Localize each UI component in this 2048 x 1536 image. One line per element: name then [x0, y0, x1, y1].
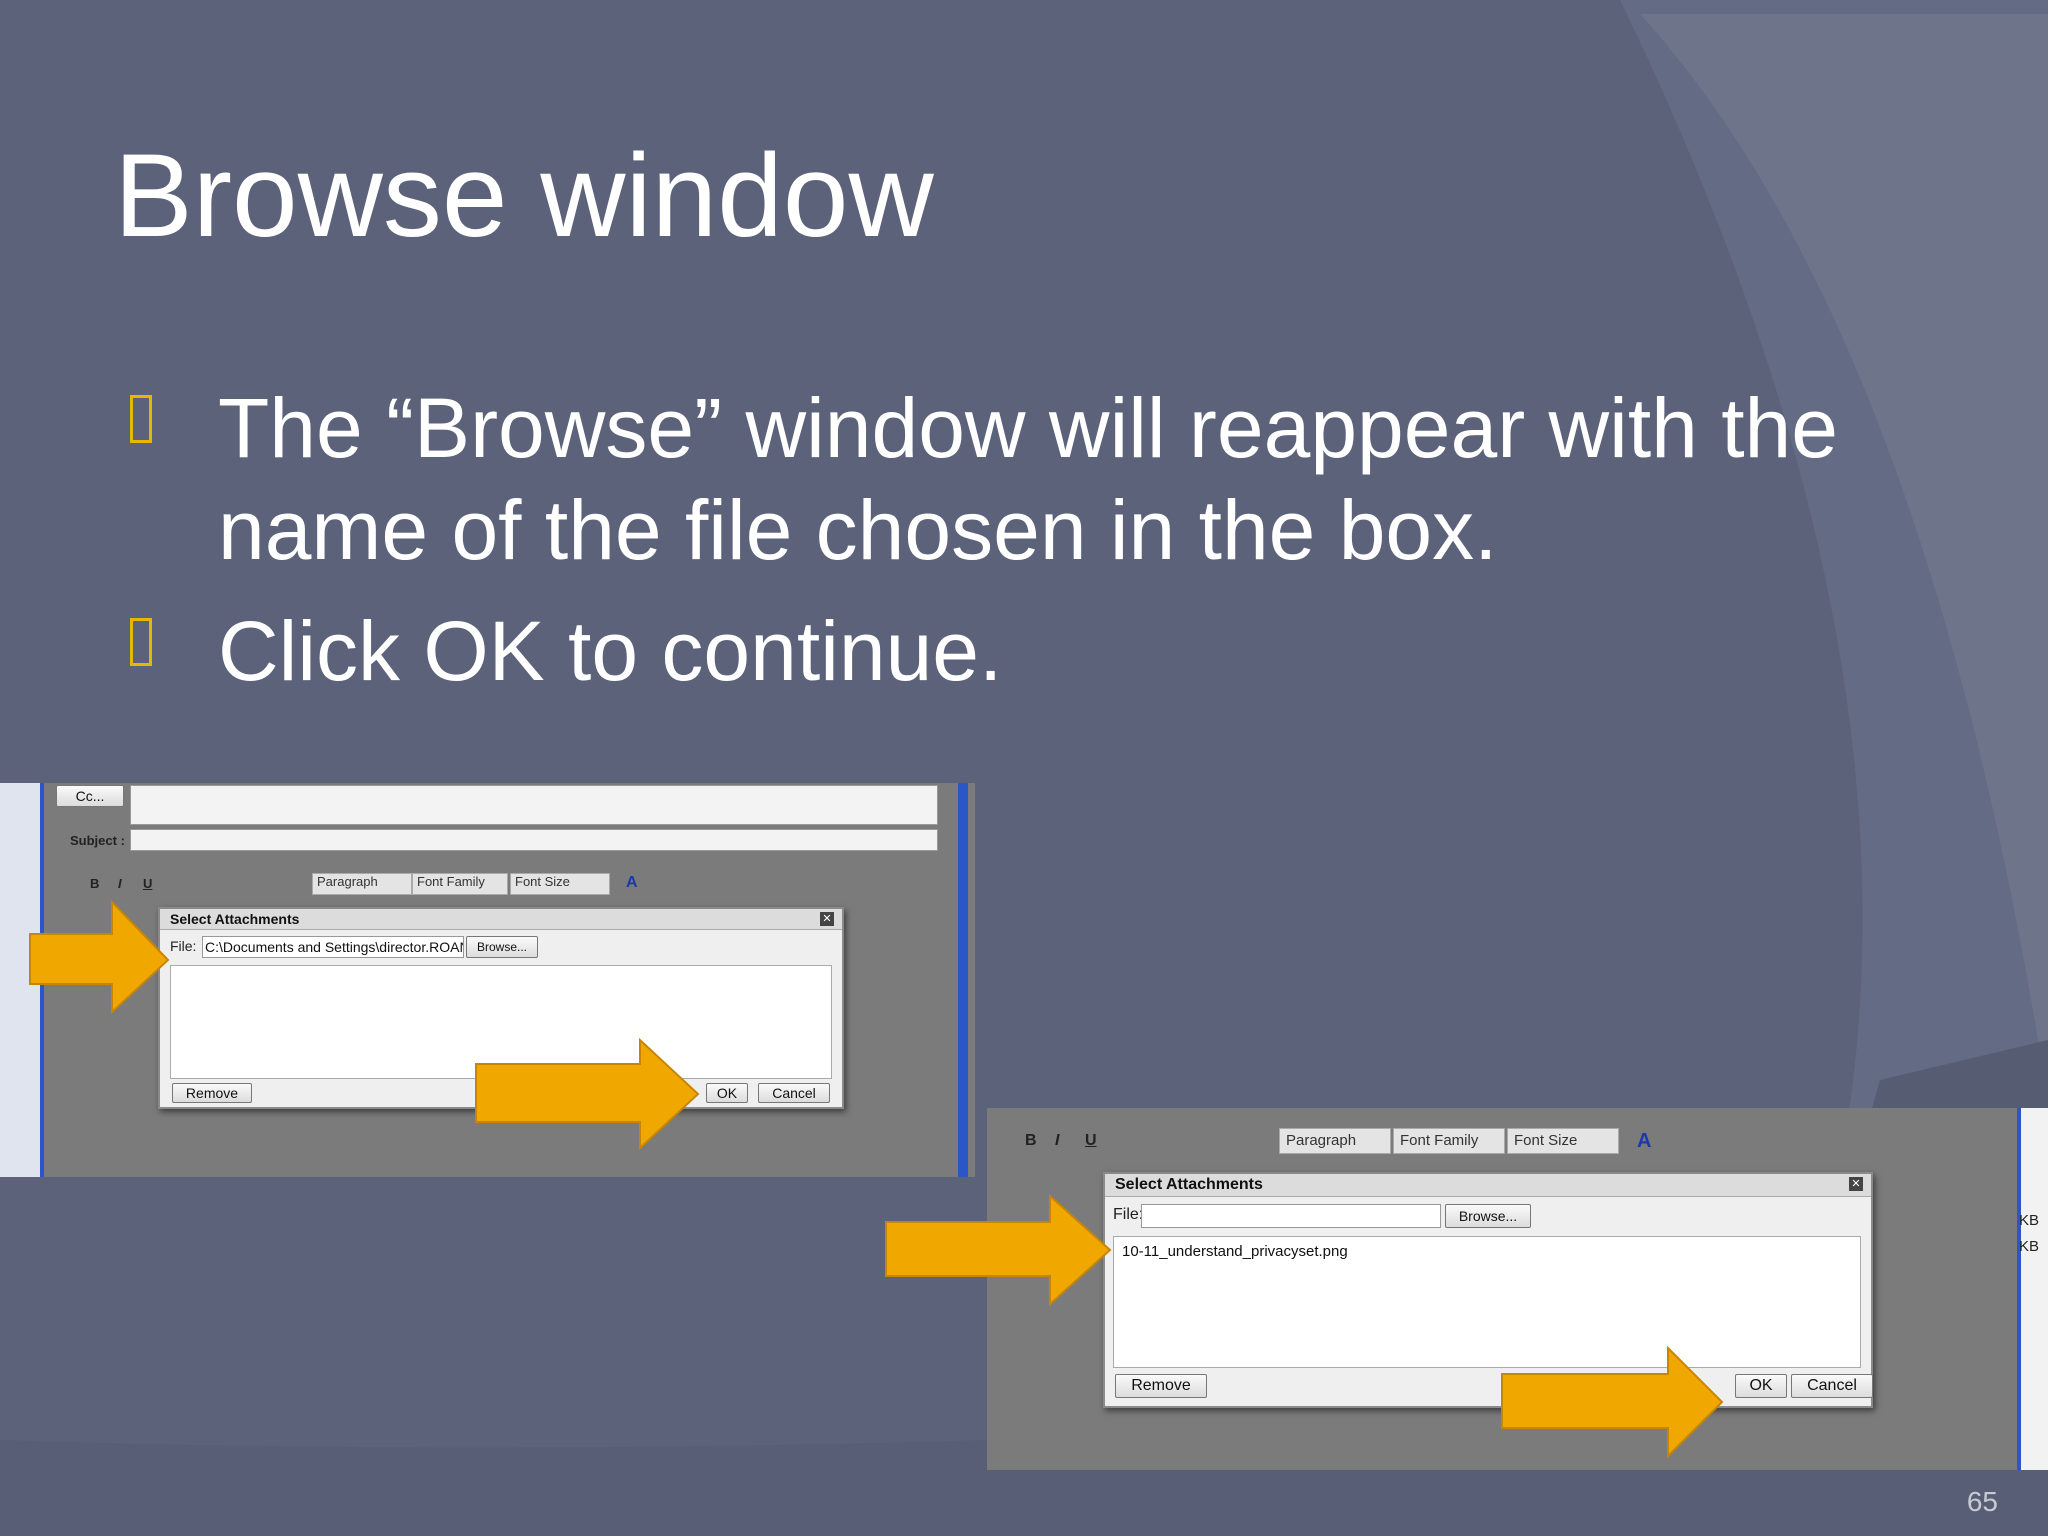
cc-field[interactable] — [130, 785, 938, 825]
file-label: File: — [1113, 1206, 1144, 1223]
screenshot-select-attachments-2: KB KB B I U Paragraph Font Family Font S… — [987, 1108, 2048, 1470]
cancel-button[interactable]: Cancel — [758, 1083, 830, 1103]
browse-button[interactable]: Browse... — [1445, 1204, 1531, 1228]
remove-button[interactable]: Remove — [172, 1083, 252, 1103]
screenshot-select-attachments-1: Cc... Subject : B I U Paragraph Font Fam… — [0, 783, 975, 1177]
paragraph-dropdown[interactable]: Paragraph — [312, 873, 412, 895]
close-icon[interactable]: ✕ — [820, 912, 834, 926]
bullet-text-1: The “Browse” window will reappear with t… — [218, 381, 1838, 577]
bold-icon[interactable]: B — [1025, 1132, 1037, 1150]
italic-icon[interactable]: I — [118, 876, 122, 891]
dialog-title: Select Attachments — [160, 909, 842, 930]
ok-button[interactable]: OK — [706, 1083, 748, 1103]
font-color-icon[interactable]: A — [1637, 1130, 1651, 1153]
select-attachments-dialog: Select Attachments ✕ File: Browse... 10-… — [1103, 1172, 1873, 1408]
font-size-dropdown[interactable]: Font Size — [1507, 1128, 1619, 1154]
side-panel — [2021, 1108, 2048, 1470]
select-attachments-dialog: Select Attachments ✕ File: C:\Documents … — [158, 907, 844, 1109]
browse-button[interactable]: Browse... — [466, 936, 538, 958]
font-family-dropdown[interactable]: Font Family — [412, 873, 508, 895]
bullet-text-2: Click OK to continue. — [218, 604, 1003, 698]
page-number: 65 — [1966, 1486, 1998, 1517]
thumbnail-sidebar — [0, 783, 40, 1177]
subject-field[interactable] — [130, 829, 938, 851]
size-label-2: KB — [2019, 1238, 2040, 1255]
remove-button[interactable]: Remove — [1115, 1374, 1207, 1398]
underline-icon[interactable]: U — [1085, 1132, 1097, 1150]
attachment-item[interactable]: 10-11_understand_privacyset.png — [1114, 1237, 1860, 1260]
window-edge — [958, 783, 968, 1177]
font-family-dropdown[interactable]: Font Family — [1393, 1128, 1505, 1154]
dialog-title: Select Attachments — [1105, 1174, 1871, 1197]
attachments-list[interactable] — [170, 965, 832, 1079]
font-size-dropdown[interactable]: Font Size — [510, 873, 610, 895]
cancel-button[interactable]: Cancel — [1791, 1374, 1873, 1398]
underline-icon[interactable]: U — [143, 876, 152, 891]
bold-icon[interactable]: B — [90, 876, 99, 891]
subject-label: Subject : — [70, 833, 125, 848]
font-color-icon[interactable]: A — [626, 874, 638, 892]
file-input[interactable]: C:\Documents and Settings\director.ROAN — [202, 936, 464, 958]
bullet-marker-icon — [130, 395, 152, 443]
paragraph-dropdown[interactable]: Paragraph — [1279, 1128, 1391, 1154]
italic-icon[interactable]: I — [1055, 1132, 1059, 1150]
slide-title: Browse window — [114, 130, 934, 262]
ok-button[interactable]: OK — [1735, 1374, 1787, 1398]
file-input[interactable] — [1141, 1204, 1441, 1228]
close-icon[interactable]: ✕ — [1849, 1177, 1863, 1191]
window-edge — [40, 783, 44, 1177]
file-label: File: — [170, 938, 197, 954]
size-label-1: KB — [2019, 1212, 2040, 1229]
attachments-list[interactable]: 10-11_understand_privacyset.png — [1113, 1236, 1861, 1368]
cc-button[interactable]: Cc... — [56, 785, 124, 807]
bullet-marker-icon — [130, 618, 152, 666]
